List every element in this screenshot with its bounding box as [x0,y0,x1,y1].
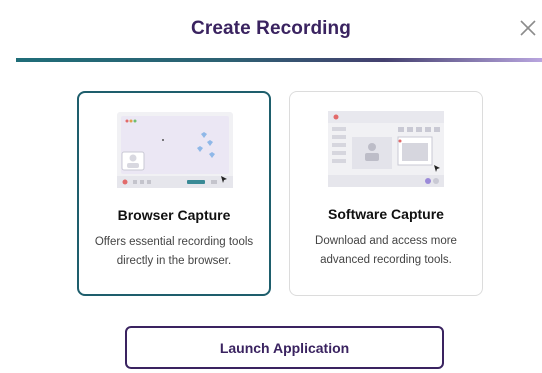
launch-application-button[interactable]: Launch Application [125,326,444,369]
browser-capture-option[interactable]: Browser Capture Offers essential recordi… [77,91,271,296]
close-icon[interactable] [518,18,538,38]
option-title: Browser Capture [117,207,231,223]
option-title: Software Capture [328,206,444,222]
software-capture-option[interactable]: Software Capture Download and access mor… [289,91,483,296]
title-divider [16,58,542,62]
dialog-title: Create Recording [191,18,351,39]
create-recording-dialog: Create Recording Browser Capture Offers … [0,0,542,373]
option-description: Download and access more advanced record… [315,235,457,266]
browser-capture-illustration [117,112,233,188]
option-description: Offers essential recording tools directl… [94,236,254,267]
software-capture-illustration [328,111,444,187]
